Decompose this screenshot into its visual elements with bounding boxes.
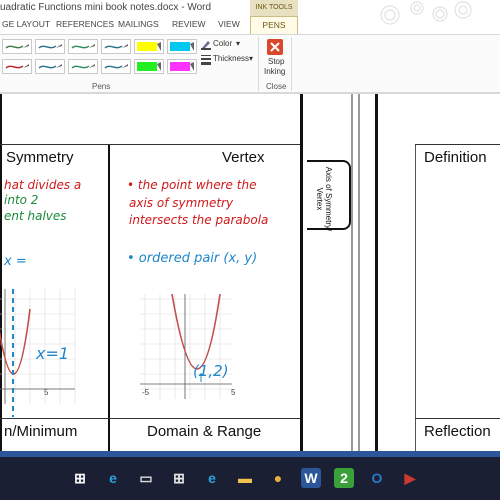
stop-inking-button[interactable]: Stop Inking [262,37,288,81]
thickness-icon [201,55,211,65]
panel3-heading: Definition [424,149,487,166]
outlook-icon[interactable]: O [367,468,387,488]
panel-top-line [0,144,300,145]
panel2-axis-tick-left: -5 [142,388,150,397]
pen-swatch[interactable] [134,39,164,54]
pen-swatch[interactable] [35,39,65,54]
stop-inking-label-1: Stop [268,57,285,66]
panel1-ink-line1: hat divides a [4,178,82,192]
pen-swatch[interactable] [35,59,65,74]
windows-icon[interactable]: ⊞ [70,468,90,488]
section-tab: Axis of Symmetry/ Vertex [307,160,351,231]
panel2-graph [140,294,232,399]
tab-page-layout[interactable]: GE LAYOUT [2,19,50,29]
word-icon[interactable]: W [301,468,321,488]
panel-divider-3 [415,144,416,451]
pen-swatch[interactable] [101,39,131,54]
color-button[interactable]: Color [213,39,232,48]
panel3-bottom-heading: Reflection [424,423,491,440]
panel2-bottom-heading: Domain & Range [147,423,262,440]
stop-inking-label-2: Inking [264,67,286,76]
fold-line-2 [358,94,360,451]
panel1-ink-line2: into 2 [4,193,39,207]
document-canvas[interactable]: Symmetry hat divides a into 2 ent halves… [0,94,500,451]
folder-icon[interactable]: ▬ [235,468,255,488]
tab-review[interactable]: REVIEW [172,19,206,29]
panel1-bottom-heading: n/Minimum [4,423,78,440]
stop-inking-icon [267,39,283,55]
ie-icon[interactable]: e [103,468,123,488]
section-tab-label: Axis of Symmetry/ Vertex [315,166,333,232]
page-border-right [300,94,303,451]
tab-view[interactable]: VIEW [218,19,240,29]
fold-line-1 [351,94,353,451]
panel2-axis-tick-right: 5 [231,388,236,397]
panel1-heading: Symmetry [6,149,74,166]
panel-bottom-line [0,418,300,419]
ribbon: Color ▾ Thickness ▾ Pens Stop Inking Clo… [0,34,500,94]
ink-tools-label: INK TOOLS [250,0,298,17]
panel2-ink-line3: intersects the parabola [129,213,269,227]
thickness-button[interactable]: Thickness [213,54,249,63]
panel2-ink-line4: • ordered pair (x, y) [127,251,258,266]
store-icon[interactable]: ⊞ [169,468,189,488]
panel-divider-1 [108,144,110,451]
pen-swatch[interactable] [101,59,131,74]
tab-references[interactable]: REFERENCES [56,19,114,29]
taskbar: ⊞ e ▭ ⊞ e ▬ ● W 2 O ▶ [0,457,500,500]
panel2-heading: Vertex [222,149,265,166]
pens-group-label: Pens [92,82,111,91]
media-icon[interactable]: ▶ [400,468,420,488]
app-green-icon[interactable]: 2 [334,468,354,488]
panel2-ink-line1: • the point where the [127,178,257,192]
panel-top-line-3 [415,144,500,145]
file-explorer-icon[interactable]: ▭ [136,468,156,488]
pen-swatch[interactable] [68,39,98,54]
panel1-axis-tick: 5 [44,388,49,397]
tab-mailings[interactable]: MAILINGS [118,19,159,29]
group-divider [258,37,259,91]
panel1-ink-line3: ent halves [4,209,67,223]
panel1-formula: x = [4,254,27,269]
color-dropdown-icon[interactable]: ▾ [236,39,240,48]
pen-swatch[interactable] [167,59,197,74]
tab-pens[interactable]: PENS [250,16,298,34]
edge-icon[interactable]: e [202,468,222,488]
pen-swatch[interactable] [2,39,32,54]
panel1-graph-label: x=1 [36,344,70,363]
pen-swatch[interactable] [167,39,197,54]
window-title: uadratic Functions mini book notes.docx … [0,2,212,13]
chrome-icon[interactable]: ● [268,468,288,488]
close-group-label: Close [266,82,287,91]
vertex-arrow-icon: ↑ [196,371,207,385]
panel2-ink-line2: axis of symmetry [129,196,234,210]
color-icon [201,41,211,50]
pen-swatch[interactable] [68,59,98,74]
panel-bottom-line-3 [415,418,500,419]
pen-swatch[interactable] [134,59,164,74]
page-border-next [375,94,378,451]
pen-swatch[interactable] [2,59,32,74]
group-divider [291,37,292,91]
thickness-dropdown-icon[interactable]: ▾ [249,54,253,63]
